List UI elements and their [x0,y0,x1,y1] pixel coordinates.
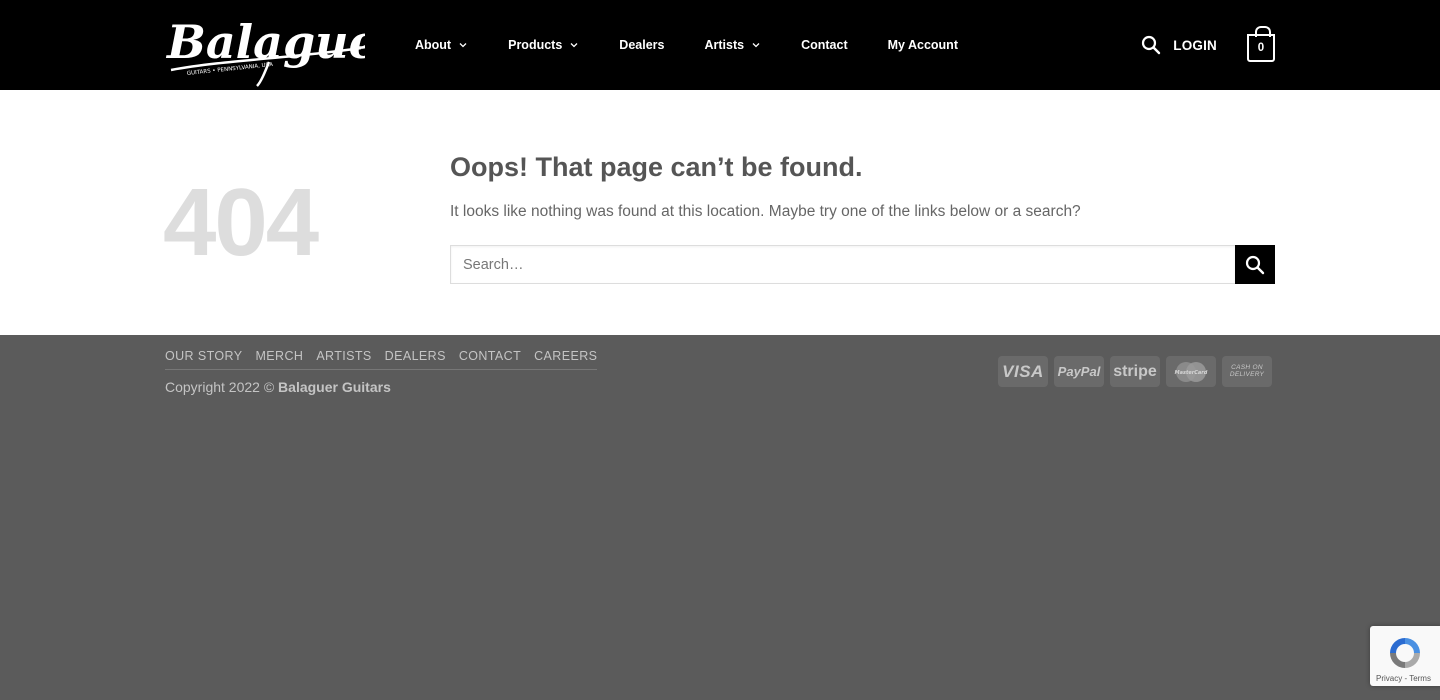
search-icon [1245,255,1265,274]
svg-text:MasterCard: MasterCard [1175,370,1208,376]
footer-link-dealers[interactable]: DEALERS [385,349,446,363]
search-form [450,245,1275,284]
cart-count: 0 [1257,42,1265,54]
footer-nav: OUR STORY MERCH ARTISTS DEALERS CONTACT … [165,349,598,370]
nav-dealers-label: Dealers [619,38,665,52]
nav-products[interactable]: Products [508,38,579,52]
cart-button[interactable]: 0 [1247,26,1275,62]
error-code: 404 [163,169,319,276]
footer-link-merch[interactable]: MERCH [255,349,303,363]
cod-line2: DELIVERY [1229,370,1265,378]
nav-contact[interactable]: Contact [801,38,848,52]
search-input[interactable] [450,245,1235,284]
header-actions: LOGIN 0 [1141,0,1275,90]
cash-on-delivery-icon: CASH ON DELIVERY [1222,356,1272,387]
site-footer: OUR STORY MERCH ARTISTS DEALERS CONTACT … [0,335,1440,700]
payment-icons: VISA PayPal stripe MasterCard CASH ON DE… [992,356,1272,387]
footer-link-contact[interactable]: CONTACT [459,349,521,363]
recaptcha-badge[interactable]: Privacy - Terms [1370,626,1440,686]
nav-about[interactable]: About [415,38,468,52]
site-header: Balaguer GUITARS • PENNSYLVANIA, USA Abo… [0,0,1440,90]
chevron-down-icon [570,43,578,48]
mastercard-icon: MasterCard [1166,356,1216,387]
page-title: Oops! That page can’t be found. [450,152,863,182]
recaptcha-icon [1390,638,1420,668]
footer-link-careers[interactable]: CAREERS [534,349,597,363]
nav-products-label: Products [508,38,563,52]
footer-link-our-story[interactable]: OUR STORY [165,349,242,363]
balaguer-logo-icon: Balaguer GUITARS • PENNSYLVANIA, USA [165,15,406,87]
nav-about-label: About [415,38,452,52]
nav-artists[interactable]: Artists [704,38,761,52]
nav-artists-label: Artists [704,38,745,52]
main-nav: About Products Dealers Artists Contact M… [415,0,998,90]
chevron-down-icon [459,43,467,48]
copyright: Copyright 2022 © Balaguer Guitars [165,379,391,395]
stripe-icon: stripe [1110,356,1160,387]
error-message: It looks like nothing was found at this … [450,203,1081,220]
chevron-down-icon [752,43,760,48]
copyright-brand: Balaguer Guitars [278,379,391,395]
nav-my-account-label: My Account [887,38,958,52]
paypal-icon: PayPal [1054,356,1104,387]
search-icon[interactable] [1141,35,1161,55]
svg-text:Balaguer: Balaguer [165,15,365,69]
login-link[interactable]: LOGIN [1173,38,1217,53]
recaptcha-links[interactable]: Privacy - Terms [1376,674,1431,683]
main-content: 404 Oops! That page can’t be found. It l… [0,90,1440,335]
logo[interactable]: Balaguer GUITARS • PENNSYLVANIA, USA [165,0,406,90]
nav-my-account[interactable]: My Account [888,38,958,52]
footer-link-artists[interactable]: ARTISTS [316,349,371,363]
nav-contact-label: Contact [801,38,848,52]
copyright-prefix: Copyright 2022 © [165,379,279,395]
visa-icon: VISA [998,356,1048,387]
search-submit-button[interactable] [1235,245,1275,284]
nav-dealers[interactable]: Dealers [619,38,664,52]
